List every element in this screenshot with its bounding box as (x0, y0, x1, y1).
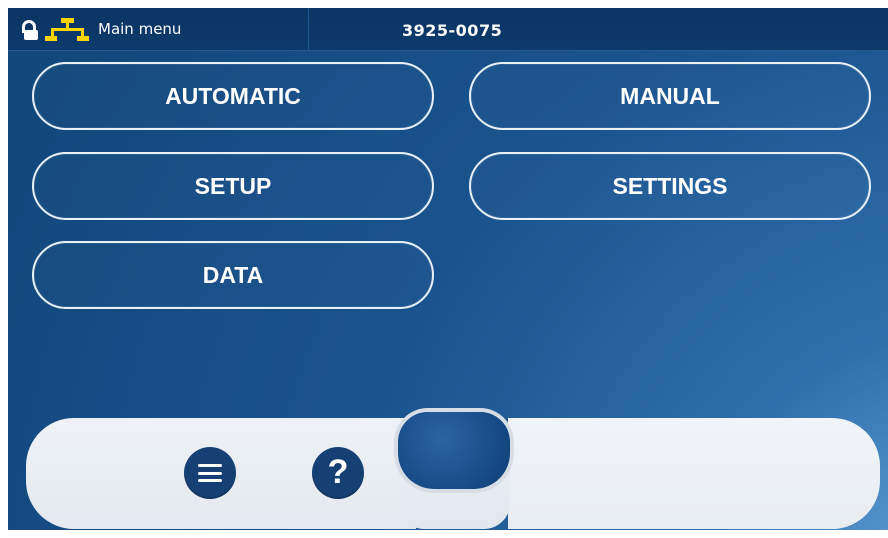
help-button[interactable]: ? (312, 447, 364, 499)
page-title: Main menu (98, 20, 182, 38)
status-bar: Main menu 3925-0075 (8, 8, 888, 51)
help-icon: ? (327, 453, 349, 491)
settings-button[interactable]: SETTINGS (469, 152, 871, 220)
setup-button[interactable]: SETUP (32, 152, 434, 220)
automatic-button-label: AUTOMATIC (165, 82, 301, 109)
menu-button[interactable] (184, 447, 236, 499)
lock-open-icon (22, 20, 38, 40)
main-menu-screen: Main menu 3925-0075 AUTOMATIC MANUAL SET… (8, 8, 888, 530)
data-button[interactable]: DATA (32, 241, 434, 309)
footer-right-panel (508, 418, 880, 529)
settings-button-label: SETTINGS (612, 172, 728, 199)
data-button-label: DATA (202, 261, 264, 288)
machine-id: 3925-0075 (402, 21, 503, 40)
setup-button-label: SETUP (194, 172, 272, 199)
manual-button[interactable]: MANUAL (469, 62, 871, 130)
manual-button-label: MANUAL (620, 82, 720, 109)
network-icon (45, 18, 89, 41)
footer-center-notch (398, 412, 510, 489)
hamburger-icon (198, 464, 222, 482)
automatic-button[interactable]: AUTOMATIC (32, 62, 434, 130)
status-separator (308, 8, 309, 50)
